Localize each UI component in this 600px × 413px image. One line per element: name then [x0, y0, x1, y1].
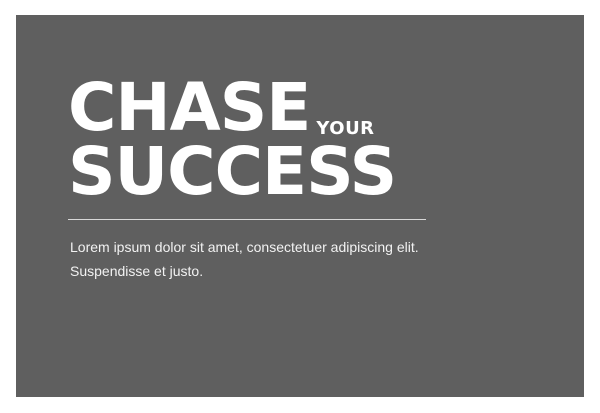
headline-line-1: CHASE YOUR [68, 71, 440, 141]
headline-word-success: SUCCESS [68, 133, 397, 210]
headline: CHASE YOUR SUCCESS [68, 71, 440, 205]
hero-banner: CHASE YOUR SUCCESS Lorem ipsum dolor sit… [16, 15, 584, 397]
headline-divider [68, 219, 426, 220]
headline-word-chase: CHASE [68, 69, 311, 146]
hero-body-text: Lorem ipsum dolor sit amet, consectetuer… [70, 239, 419, 279]
headline-line-2: SUCCESS [68, 139, 440, 205]
